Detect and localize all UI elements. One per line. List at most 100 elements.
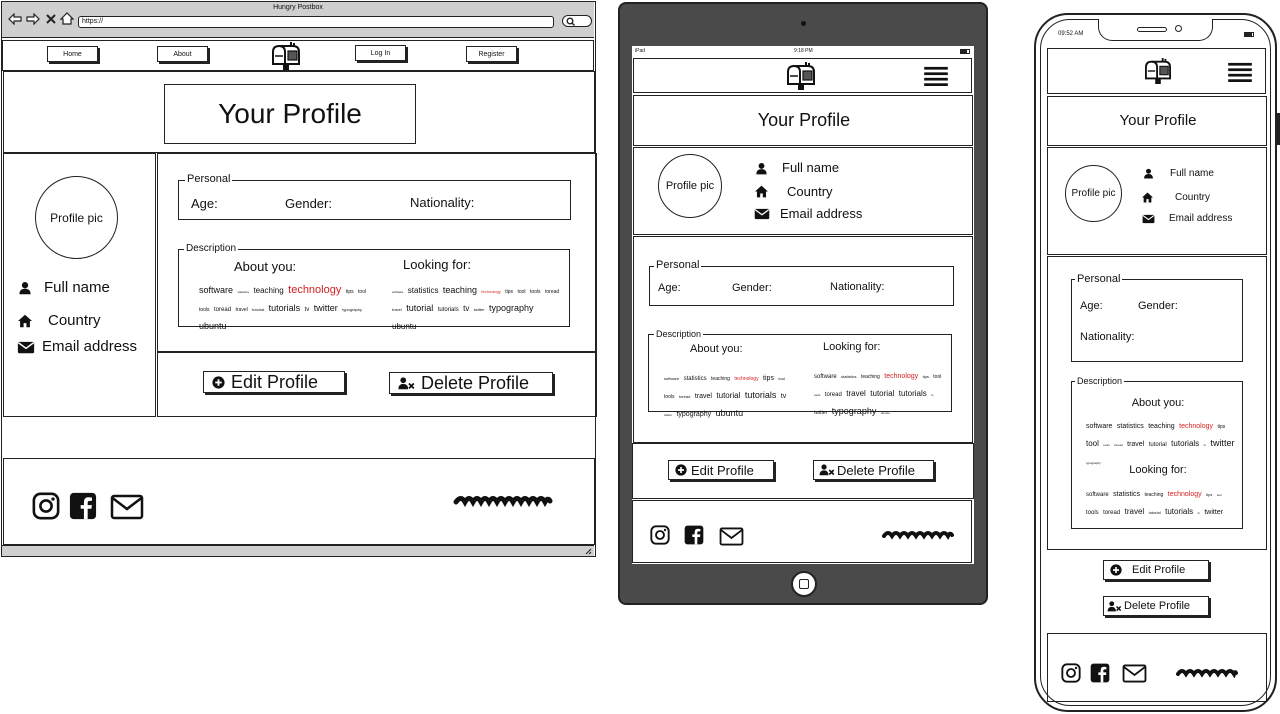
delete-profile-button[interactable]: Delete Profile <box>389 372 553 394</box>
instagram-icon[interactable] <box>650 525 670 545</box>
email-address: Email address <box>42 338 138 355</box>
forward-arrow-icon[interactable] <box>26 13 40 25</box>
tag-word: tips <box>922 374 929 379</box>
tag-word: ubuntu <box>392 322 417 331</box>
tablet-camera <box>801 21 806 26</box>
hamburger-menu-icon[interactable] <box>1228 62 1252 82</box>
edit-profile-button[interactable]: Edit Profile <box>203 371 345 393</box>
tag-word: twitter <box>664 413 673 417</box>
user-icon <box>755 162 768 175</box>
tag-word: technology <box>884 373 919 380</box>
tag-word: ubuntu <box>199 321 227 331</box>
nationality-label: Nationality: <box>410 195 475 210</box>
facebook-icon[interactable] <box>69 492 97 520</box>
phone-footer <box>1047 633 1267 702</box>
tablet-title-section: Your Profile <box>633 95 973 146</box>
email-link-icon[interactable] <box>719 527 744 546</box>
status-carrier: iPad <box>635 48 646 54</box>
tag-word: teaching <box>1144 492 1164 498</box>
tag-word: software <box>1086 492 1109 498</box>
phone-title-section: Your Profile <box>1047 96 1267 146</box>
description-legend: Description <box>1075 375 1125 387</box>
nav-register-button[interactable]: Register <box>466 46 517 62</box>
age-label: Age: <box>658 282 681 294</box>
phone-header <box>1047 48 1266 94</box>
nationality-label: Nationality: <box>1080 331 1135 343</box>
delete-profile-button[interactable]: Delete Profile <box>813 460 934 480</box>
tag-word: travel <box>1124 507 1145 516</box>
tag-word: ubuntu <box>880 411 890 415</box>
tag-word: software <box>199 285 234 295</box>
tag-word: travel <box>694 393 712 400</box>
profile-pic: Profile pic <box>1065 165 1122 222</box>
tag-word: software <box>814 374 837 380</box>
tag-word: statistics <box>1113 491 1140 498</box>
tag-word: twitter <box>814 410 828 416</box>
tag-word: tools <box>814 393 821 397</box>
tag-word: statistics <box>1116 423 1144 430</box>
home-icon <box>1141 192 1154 203</box>
search-icon <box>566 17 575 26</box>
mailbox-logo-icon[interactable] <box>1142 58 1174 84</box>
age-label: Age: <box>191 196 218 211</box>
tag-word: tips <box>345 289 354 295</box>
email-link-icon[interactable] <box>1122 664 1147 683</box>
edit-profile-button[interactable]: Edit Profile <box>1103 560 1209 580</box>
personal-group: Personal Age: Gender: Nationality: <box>178 173 571 220</box>
nav-about-button[interactable]: About <box>157 46 208 62</box>
tag-word: technology <box>1167 491 1202 498</box>
tag-word: tutorial <box>1148 510 1161 515</box>
tag-word: tool <box>933 374 942 380</box>
back-arrow-icon[interactable] <box>8 13 22 25</box>
tag-word: tutorials <box>268 303 301 313</box>
edit-profile-button[interactable]: Edit Profile <box>668 460 774 480</box>
tag-word: tips <box>1206 492 1213 497</box>
delete-profile-label: Delete Profile <box>837 462 916 478</box>
tag-word: technology <box>481 289 501 294</box>
home-icon[interactable] <box>60 12 74 25</box>
mailbox-logo-icon[interactable] <box>784 62 818 90</box>
tag-word: twitter <box>1210 438 1235 448</box>
tag-word: tutorials <box>1171 439 1200 448</box>
profile-pic: Profile pic <box>35 176 118 259</box>
tablet-header <box>633 58 972 93</box>
tablet-home-button[interactable] <box>791 571 817 597</box>
instagram-icon[interactable] <box>1061 663 1081 683</box>
facebook-icon[interactable] <box>684 525 704 545</box>
address-bar[interactable]: https:// <box>78 16 554 28</box>
gender-label: Gender: <box>732 282 772 294</box>
tag-word: statistics <box>841 374 857 379</box>
country: Country <box>48 312 101 329</box>
full-name: Full name <box>782 160 840 175</box>
plus-circle-icon <box>212 376 225 389</box>
description-legend: Description <box>184 243 239 255</box>
user-remove-icon <box>819 464 835 476</box>
mailbox-logo-icon[interactable] <box>269 42 303 70</box>
envelope-icon <box>17 341 35 354</box>
phone-details-panel: Personal Age: Gender: Nationality: Descr… <box>1047 256 1267 550</box>
resize-grip-icon[interactable] <box>584 547 592 555</box>
browser-chrome: Hungry Postbox https:// <box>2 2 594 38</box>
signature-scribble <box>453 496 553 507</box>
close-icon[interactable] <box>45 13 57 25</box>
tag-word: twitter <box>473 307 485 312</box>
tag-word: tutorial <box>252 307 265 312</box>
tag-word: twitter <box>313 303 338 313</box>
search-field[interactable] <box>562 15 592 27</box>
email-address: Email address <box>1169 213 1233 224</box>
hamburger-menu-icon[interactable] <box>924 66 948 86</box>
tag-word: twitter <box>1204 509 1224 516</box>
tag-word: tutorials <box>898 389 927 398</box>
nav-login-button[interactable]: Log In <box>355 45 406 61</box>
facebook-icon[interactable] <box>1090 663 1110 683</box>
delete-profile-button[interactable]: Delete Profile <box>1103 596 1209 616</box>
tag-word: ubuntu <box>715 408 744 418</box>
delete-profile-label: Delete Profile <box>421 372 530 393</box>
looking-for-heading: Looking for: <box>403 257 471 272</box>
signature-scribble <box>882 531 954 540</box>
instagram-icon[interactable] <box>32 492 60 520</box>
personal-group: Personal Age: Gender: Nationality: <box>1071 273 1243 362</box>
nav-home-button[interactable]: Home <box>47 46 98 62</box>
tag-word: software <box>664 376 680 381</box>
email-link-icon[interactable] <box>110 494 144 520</box>
